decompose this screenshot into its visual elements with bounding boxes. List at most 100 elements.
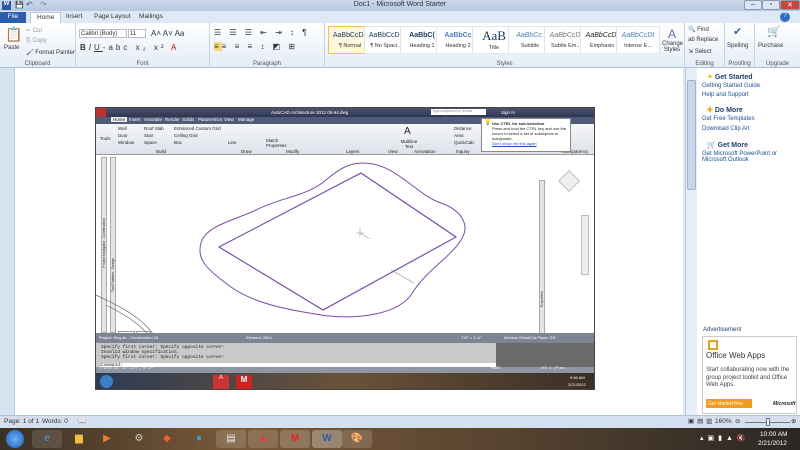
spelling-button[interactable]: Spelling — [727, 43, 748, 49]
font-format-buttons[interactable]: BIU-abc x₂ x² — [80, 43, 167, 52]
format-painter-button[interactable]: 🖌 Format Painter — [26, 49, 75, 56]
maximize-button[interactable]: ▫ — [762, 0, 780, 10]
proofing-status-icon[interactable]: 📖 — [78, 417, 86, 425]
autocad-tab[interactable]: Solids — [182, 117, 194, 122]
close-button[interactable]: ✕ — [780, 0, 800, 10]
drawing-canvas[interactable]: Project Navigator - Construction Tool Pa… — [96, 155, 594, 338]
page-count[interactable]: Page: 1 of 1 — [4, 418, 39, 425]
system-tray-icons[interactable]: ▴▣▮▲🔇 — [700, 434, 750, 442]
autocad-tab[interactable]: Render — [165, 117, 180, 122]
clock-time[interactable]: 10:00 AM — [760, 431, 787, 438]
tools-button[interactable]: Tools — [100, 136, 111, 141]
custom-grid-button[interactable]: Enhanced Custom Grid — [174, 126, 221, 131]
list-buttons[interactable]: ☰ ☰ ☰ ⇤ ⇥ ↕ ¶ — [214, 28, 310, 37]
globe-taskbar-icon[interactable]: ● — [184, 430, 214, 448]
zoom-slider-thumb[interactable] — [766, 418, 770, 426]
getting-started-guide-link[interactable]: Getting Started Guide — [702, 83, 797, 89]
font-size-select[interactable]: 11 — [128, 29, 146, 38]
paste-icon[interactable]: 📋 — [5, 26, 22, 43]
autocad-tab[interactable]: Manage — [238, 117, 254, 122]
ceiling-grid-button[interactable]: Ceiling Grid — [174, 133, 198, 138]
multiline-text-icon[interactable]: A — [404, 126, 411, 137]
detail-select[interactable]: Medium Detail — [504, 335, 530, 340]
door-button[interactable]: Door — [118, 133, 128, 138]
autocad-tab[interactable]: Annotate — [144, 117, 162, 122]
autocad-sign-in[interactable]: Sign In — [501, 110, 515, 115]
minimize-button[interactable]: – — [744, 0, 762, 10]
spelling-icon[interactable]: ✔ — [733, 25, 742, 38]
stair-button[interactable]: Stair — [144, 133, 153, 138]
line-button[interactable]: Line — [228, 140, 237, 145]
purchase-icon[interactable]: 🛒 — [767, 25, 781, 38]
style-intense-emphasis[interactable]: AaBbCcDt Intense E... — [616, 26, 660, 54]
vertical-scrollbar[interactable] — [685, 68, 697, 415]
autocad-tab[interactable]: View — [224, 117, 234, 122]
distance-button[interactable]: Distance — [454, 126, 472, 131]
word-taskbar-icon[interactable]: W — [312, 430, 342, 448]
scrollbar-thumb[interactable] — [687, 80, 696, 190]
autocad-tab-home[interactable]: Home — [111, 117, 128, 122]
font-color-button[interactable]: A — [171, 43, 176, 52]
start-button[interactable] — [6, 430, 24, 448]
tab-insert[interactable]: Insert — [60, 12, 88, 23]
office-web-apps-ad[interactable]: Office Web Apps Start collaborating now … — [702, 336, 797, 414]
tab-home[interactable]: Home — [30, 12, 62, 23]
zoom-out-button[interactable]: ⊖ — [735, 417, 740, 425]
box-button[interactable]: Box — [174, 140, 182, 145]
model-button[interactable]: MODEL — [491, 367, 502, 371]
help-icon[interactable]: ? — [780, 12, 790, 22]
purchase-button[interactable]: Purchase — [758, 43, 783, 49]
internet-explorer-taskbar-icon[interactable]: e — [32, 430, 62, 448]
change-styles-button[interactable]: A Change Styles — [662, 27, 683, 53]
align-buttons[interactable]: ≡≡ ≡ ≡ ↕ ◩ ⊞ — [214, 42, 298, 51]
paste-button[interactable]: Paste — [4, 45, 19, 51]
app-taskbar-icon[interactable]: ◆ — [152, 430, 182, 448]
zoom-in-button[interactable]: ⊕ — [791, 417, 796, 425]
autocad-search-input[interactable]: Type a keyword or phrase — [431, 109, 486, 115]
paint-taskbar-icon[interactable]: 🎨 — [342, 430, 372, 448]
view-buttons[interactable]: ▣▤▥ — [688, 417, 715, 425]
match-properties-button[interactable]: Match Properties — [266, 138, 287, 148]
autocad-taskbar-icon[interactable]: ▲ — [248, 430, 278, 448]
media-player-taskbar-icon[interactable]: ▶ — [92, 430, 122, 448]
settings-taskbar-icon[interactable]: ⚙ — [124, 430, 154, 448]
wall-button[interactable]: Wall — [118, 126, 127, 131]
space-button[interactable]: Space — [144, 140, 157, 145]
area-button[interactable]: Area — [454, 133, 464, 138]
clock-date[interactable]: 2/21/2012 — [758, 440, 787, 447]
scale-select[interactable]: 1'/8" = 1'-0" — [461, 335, 481, 340]
tab-mailings[interactable]: Mailings — [133, 12, 169, 23]
replace-button[interactable]: ab Replace — [688, 37, 718, 43]
ucs-select[interactable]: UCS 2 (Plan... — [541, 367, 570, 371]
help-and-support-link[interactable]: Help and Support — [702, 92, 797, 98]
autocad-tab[interactable]: Insert — [129, 117, 140, 122]
clip-art-link[interactable]: Download Clip Art — [702, 126, 797, 132]
autocad-tab[interactable]: Parametrics — [198, 117, 222, 122]
folder-taskbar-icon[interactable]: ▤ — [216, 430, 246, 448]
font-name-select[interactable]: Calibri (Body) — [79, 29, 127, 38]
roof-slab-button[interactable]: Roof Slab — [144, 126, 164, 131]
free-templates-link[interactable]: Get Free Templates — [702, 116, 797, 122]
select-button[interactable]: ⇲ Select — [688, 48, 711, 55]
paragraph-group: ☰ ☰ ☰ ⇤ ⇥ ↕ ¶ ≡≡ ≡ ≡ ↕ ◩ ⊞ Paragraph — [210, 23, 325, 68]
tab-page-layout[interactable]: Page Layout — [88, 12, 137, 23]
embedded-autocad-screenshot[interactable]: AutoCAD Architecture 2012 05-64.dwg Type… — [95, 107, 595, 390]
find-button[interactable]: 🔍 Find — [688, 26, 709, 33]
multiline-text-button[interactable]: Multiline Text — [398, 139, 420, 149]
cut-plane-label[interactable]: Cut Plane: 3'6" — [530, 335, 556, 340]
get-powerpoint-link[interactable]: Get Microsoft PowerPoint or Microsoft Ou… — [702, 151, 797, 163]
tooltip-dismiss-link[interactable]: Don't show me this again — [492, 141, 567, 146]
zoom-level[interactable]: 160% — [715, 418, 732, 425]
copy-button[interactable]: ⎘ Copy — [26, 38, 46, 45]
command-line[interactable]: Specify first corner: Specify opposite c… — [96, 343, 594, 373]
cut-button[interactable]: ✂ Cut — [26, 27, 42, 34]
tab-file[interactable]: File — [0, 12, 26, 23]
quickcalc-button[interactable]: QuickCalc — [454, 140, 475, 145]
explorer-taskbar-icon[interactable]: ▆ — [64, 430, 94, 448]
office-logo-icon — [708, 340, 718, 350]
grow-font-icon[interactable]: A˄ A˅ Aa — [151, 29, 184, 38]
m-app-taskbar-icon[interactable]: M — [280, 430, 310, 448]
window-button[interactable]: Window — [118, 140, 134, 145]
get-started-free-button[interactable]: Get started free — [706, 399, 752, 408]
word-count[interactable]: Words: 0 — [42, 418, 68, 425]
